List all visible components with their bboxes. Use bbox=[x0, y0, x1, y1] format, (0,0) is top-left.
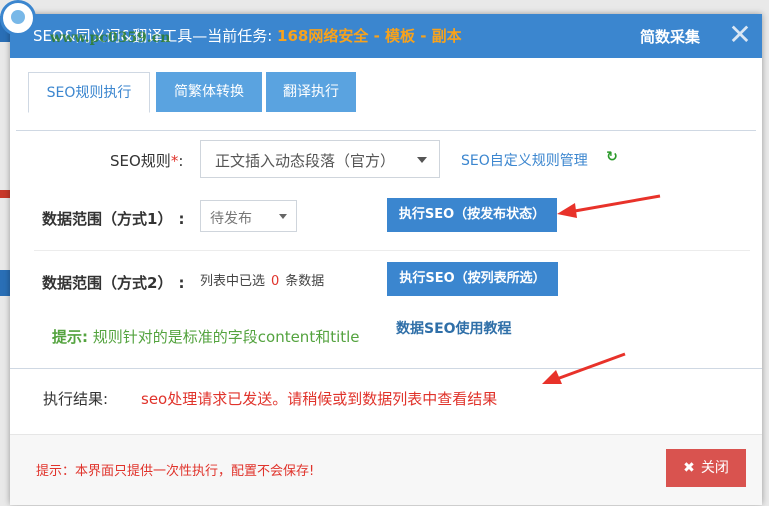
chevron-down-icon bbox=[279, 214, 287, 219]
selected-count-suffix: 条数据 bbox=[285, 274, 325, 289]
seo-tutorial-link[interactable]: 数据SEO使用教程 bbox=[396, 318, 512, 338]
scope2-label-suffix: : bbox=[178, 274, 185, 292]
background-marker bbox=[0, 270, 10, 296]
field-tip-prefix: 提示: bbox=[52, 328, 88, 346]
scope1-label-suffix: : bbox=[178, 210, 185, 228]
custom-rule-link[interactable]: SEO自定义规则管理 bbox=[461, 150, 588, 170]
close-icon: ✖ bbox=[683, 460, 695, 476]
publish-status-select[interactable]: 待发布 bbox=[200, 200, 297, 232]
annotation-arrow-icon bbox=[542, 352, 626, 384]
result-label: 执行结果: bbox=[43, 390, 109, 408]
field-tip: 提示: 规则针对的是标准的字段content和title bbox=[52, 326, 360, 347]
section-divider bbox=[34, 250, 750, 251]
result-divider bbox=[10, 368, 762, 369]
seo-rule-label: SEO规则*: bbox=[110, 150, 183, 171]
tab-simplified-traditional[interactable]: 简繁体转换 bbox=[156, 72, 262, 112]
seo-dialog: SEO&同义词&翻译工具—当前任务: 168网络安全 - 模板 - 副本 简数采… bbox=[10, 14, 762, 505]
close-button-label: 关闭 bbox=[700, 460, 729, 476]
close-icon[interactable]: ✕ bbox=[726, 20, 754, 50]
dialog-footer: 提示：本界面只提供一次性执行，配置不会保存! ✖ 关闭 bbox=[10, 434, 762, 505]
seo-rule-selected-value: 正文插入动态段落（官方） bbox=[215, 152, 396, 170]
footer-tip: 提示：本界面只提供一次性执行，配置不会保存! bbox=[36, 464, 315, 479]
publish-status-value: 待发布 bbox=[210, 211, 252, 227]
selected-count: 0 bbox=[271, 274, 280, 289]
seo-rule-label-text: SEO规则 bbox=[110, 152, 171, 170]
execute-seo-by-selection-button[interactable]: 执行SEO（按列表所选） bbox=[387, 262, 558, 296]
close-button[interactable]: ✖ 关闭 bbox=[666, 449, 746, 487]
watermark-url: www.pc0359.cn bbox=[50, 30, 171, 46]
execute-seo-by-status-button[interactable]: 执行SEO（按发布状态） bbox=[387, 198, 557, 232]
collect-label: 简数采集 bbox=[640, 28, 701, 46]
tab-bar: SEO规则执行 简繁体转换 翻译执行 bbox=[16, 62, 756, 131]
annotation-arrow-icon bbox=[557, 194, 661, 218]
scope1-label-text: 数据范围（方式1） bbox=[42, 210, 173, 228]
result-message: seo处理请求已发送。请稍候或到数据列表中查看结果 bbox=[141, 390, 498, 408]
tab-translate[interactable]: 翻译执行 bbox=[266, 72, 356, 112]
scope1-label: 数据范围（方式1）: bbox=[42, 208, 184, 229]
scope2-label-text: 数据范围（方式2） bbox=[42, 274, 173, 292]
scope2-label: 数据范围（方式2）: bbox=[42, 272, 184, 293]
background-marker bbox=[0, 190, 10, 198]
selected-count-prefix: 列表中已选 bbox=[200, 274, 266, 289]
current-task-name: 168网络安全 - 模板 - 副本 bbox=[277, 27, 462, 45]
seo-rule-select[interactable]: 正文插入动态段落（官方） bbox=[200, 140, 440, 178]
chevron-down-icon bbox=[417, 157, 427, 163]
seo-rule-label-suffix: : bbox=[178, 152, 184, 170]
field-tip-text: 规则针对的是标准的字段content和title bbox=[88, 328, 360, 346]
tab-seo-rule[interactable]: SEO规则执行 bbox=[28, 72, 150, 113]
selected-count-note: 列表中已选 0 条数据 bbox=[200, 270, 324, 289]
site-logo-icon bbox=[0, 0, 36, 36]
refresh-icon[interactable]: ↻ bbox=[605, 150, 619, 164]
